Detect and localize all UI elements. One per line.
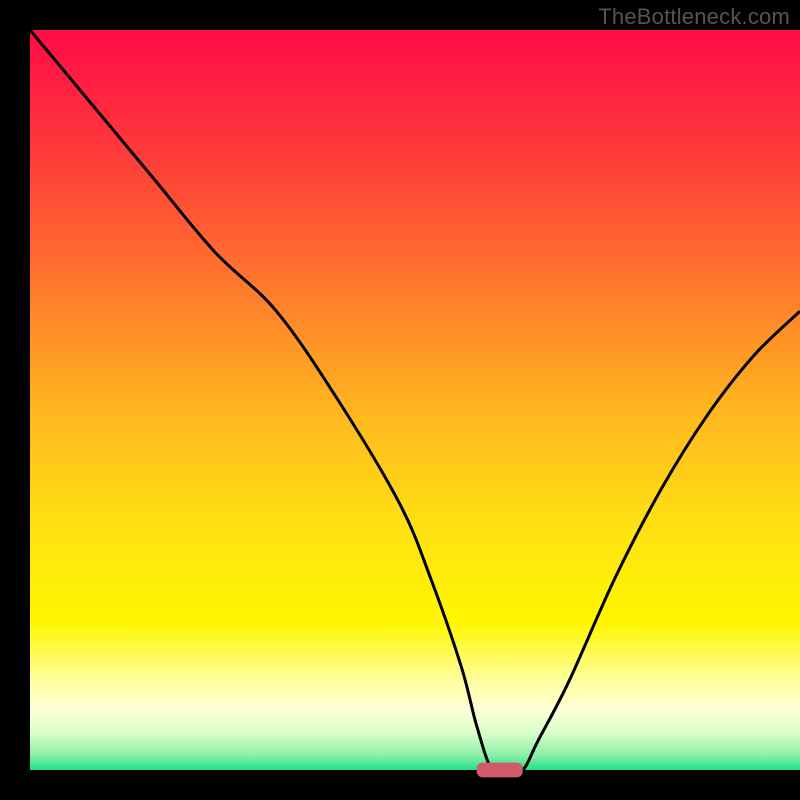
frame-bottom <box>0 770 800 800</box>
bottleneck-chart <box>0 0 800 800</box>
chart-frame: TheBottleneck.com <box>0 0 800 800</box>
frame-left <box>0 0 30 800</box>
watermark-text: TheBottleneck.com <box>598 4 790 30</box>
optimal-marker <box>477 763 523 778</box>
gradient-background <box>30 30 800 770</box>
